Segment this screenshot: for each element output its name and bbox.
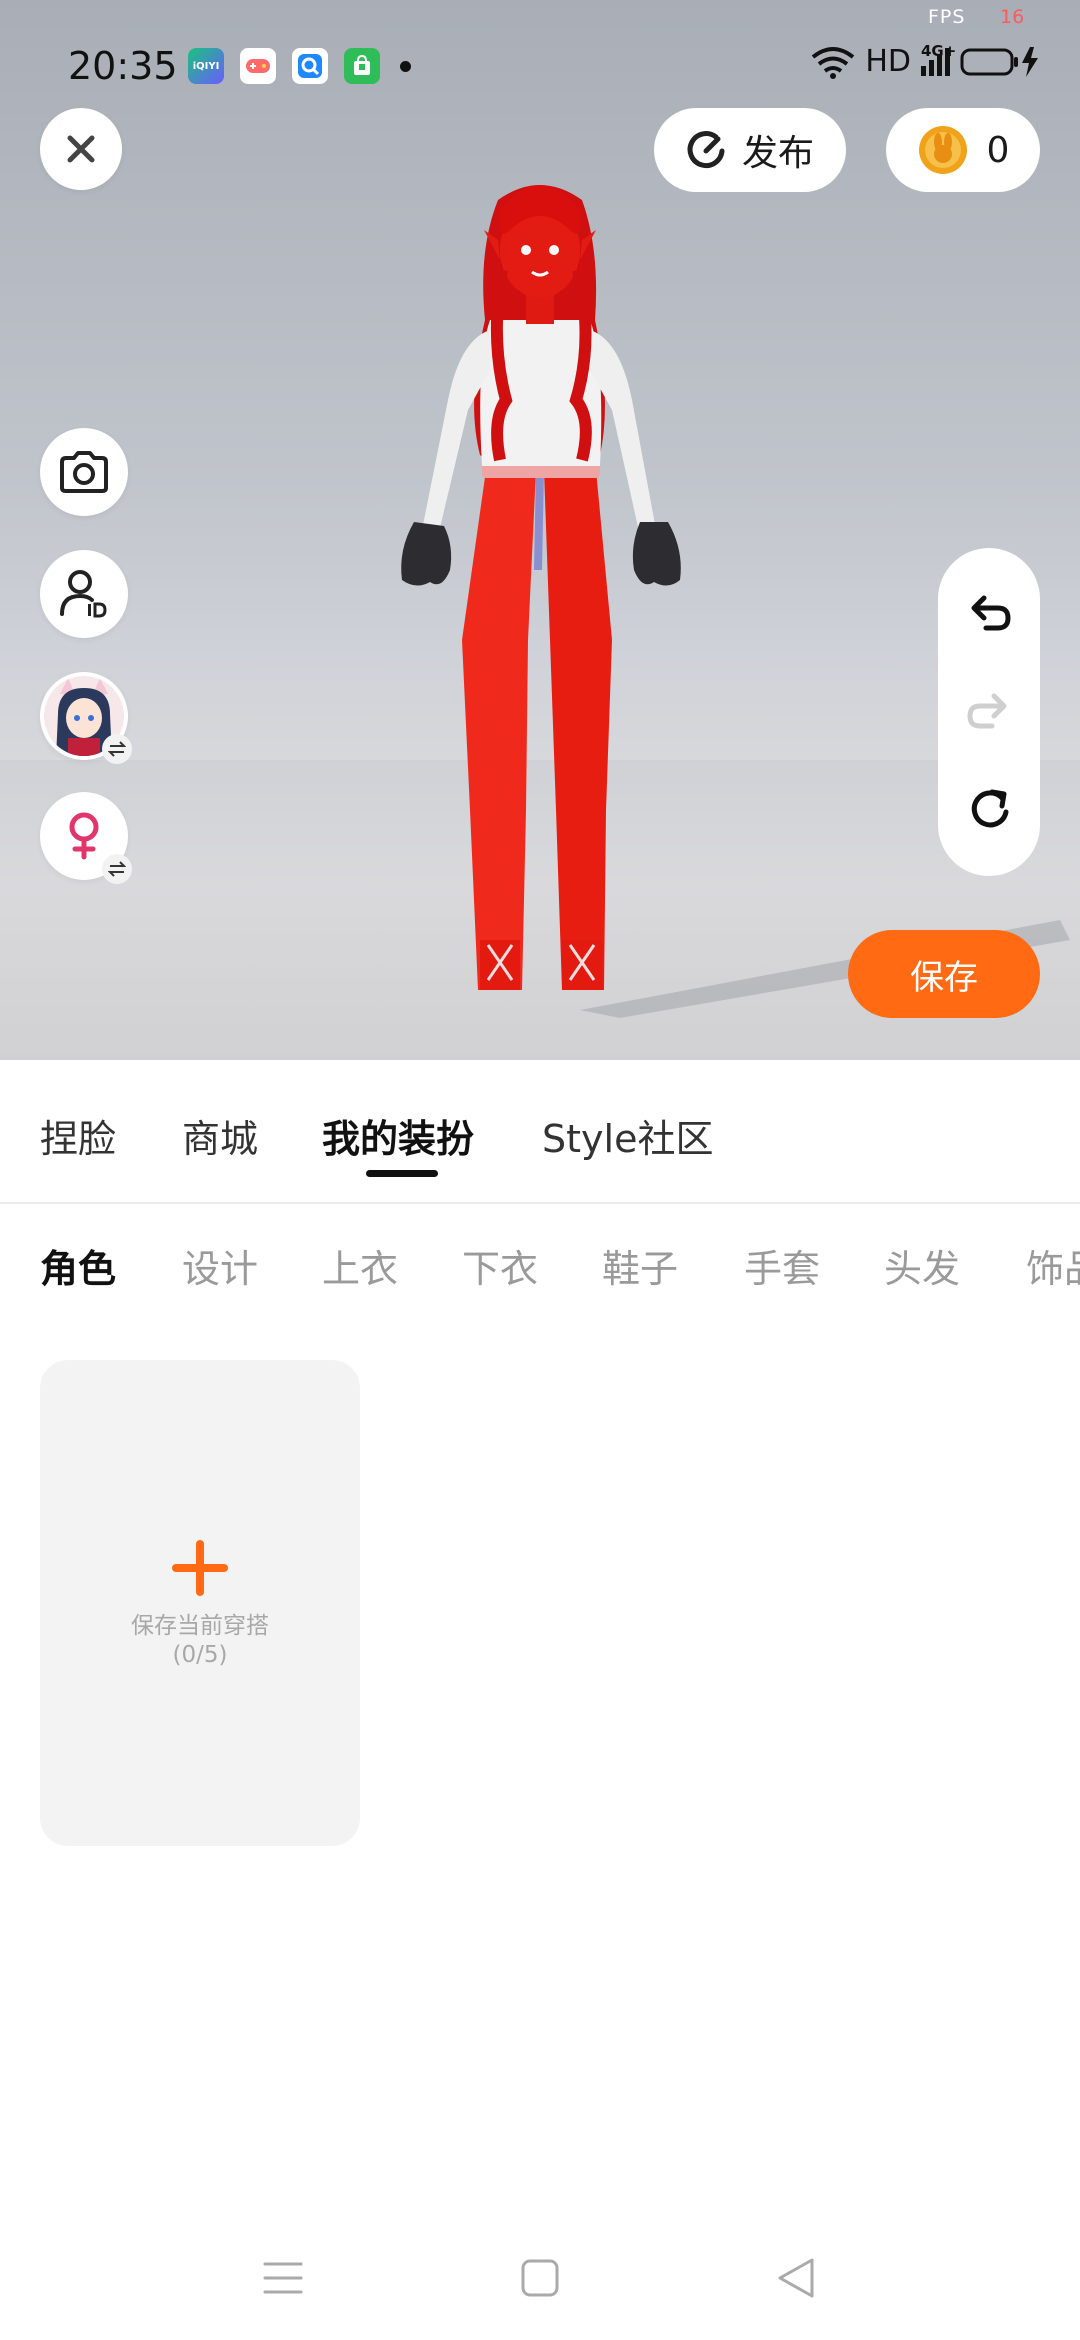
- close-button[interactable]: [40, 108, 122, 190]
- subtab-gloves[interactable]: 手套: [744, 1238, 820, 1293]
- system-navigation-bar: [0, 2220, 1080, 2340]
- wifi-icon: [812, 46, 855, 79]
- camera-button[interactable]: [40, 428, 128, 516]
- main-tabs: 捏脸 商城 我的装扮 Style社区: [0, 1060, 1080, 1204]
- hd-label: HD: [865, 44, 911, 79]
- tab-face[interactable]: 捏脸: [40, 1108, 116, 1163]
- coin-icon: [918, 126, 967, 174]
- game-icon: [240, 48, 276, 84]
- iqiyi-icon: iQIYI: [188, 48, 224, 84]
- redo-button[interactable]: [964, 688, 1014, 738]
- subtab-design[interactable]: 设计: [182, 1238, 258, 1293]
- tab-style-community[interactable]: Style社区: [542, 1108, 713, 1163]
- publish-icon: [687, 131, 725, 169]
- home-icon[interactable]: [520, 2258, 560, 2298]
- swap-icon: [102, 854, 132, 884]
- add-icon: [172, 1540, 228, 1596]
- signal-icon: 4G+: [921, 42, 956, 76]
- publish-label: 发布: [741, 133, 814, 174]
- swap-icon: [102, 734, 132, 764]
- gender-switch-button[interactable]: [40, 792, 132, 884]
- reset-button[interactable]: [964, 784, 1014, 834]
- publish-button[interactable]: 发布: [654, 108, 846, 192]
- redo-icon: [967, 693, 1007, 729]
- undo-button[interactable]: [964, 590, 1014, 640]
- subtab-hair[interactable]: 头发: [884, 1238, 960, 1293]
- menu-icon[interactable]: [262, 2260, 304, 2296]
- save-button[interactable]: 保存: [848, 930, 1040, 1018]
- tab-shop[interactable]: 商城: [182, 1108, 258, 1163]
- active-tab-indicator: [366, 1170, 438, 1177]
- network-type-label: 4G+: [921, 41, 957, 60]
- subtab-bottoms[interactable]: 下衣: [462, 1238, 538, 1293]
- subtab-accessories[interactable]: 饰品: [1026, 1238, 1080, 1293]
- save-outfit-label: 保存当前穿搭: [131, 1613, 269, 1639]
- battery-icon: [960, 46, 1038, 77]
- subtab-shoes[interactable]: 鞋子: [602, 1238, 678, 1293]
- save-outfit-card[interactable]: 保存当前穿搭 (0/5): [40, 1360, 360, 1846]
- close-icon: [67, 135, 95, 163]
- category-tabs: 角色 设计 上衣 下衣 鞋子 手套 头发 饰品: [0, 1202, 1080, 1322]
- user-id-icon: [60, 570, 107, 618]
- subtab-tops[interactable]: 上衣: [322, 1238, 398, 1293]
- save-label: 保存: [910, 957, 978, 998]
- tab-my-outfits[interactable]: 我的装扮: [322, 1108, 474, 1163]
- notification-dot-icon: [400, 61, 411, 72]
- fps-label: FPS: [928, 6, 966, 28]
- outfit-slot-count: (0/5): [172, 1642, 228, 1668]
- store-icon: [344, 48, 380, 84]
- subtab-character[interactable]: 角色: [40, 1238, 116, 1293]
- browser-icon: [292, 48, 328, 84]
- coin-count: 0: [986, 129, 1010, 171]
- user-id-button[interactable]: [40, 550, 128, 638]
- avatar-character[interactable]: [350, 170, 730, 1020]
- avatar-scene[interactable]: FPS 16 20:35 iQIYI HD 4G+ 发布 0 保存: [0, 0, 1080, 1060]
- reset-icon: [971, 789, 1009, 828]
- avatar-switch-button[interactable]: [40, 672, 132, 764]
- coin-balance[interactable]: 0: [886, 108, 1040, 192]
- back-icon[interactable]: [774, 2256, 818, 2300]
- camera-icon: [60, 451, 108, 493]
- edit-history-panel: [938, 548, 1040, 876]
- status-time: 20:35: [68, 44, 178, 88]
- fps-value: 16: [1000, 6, 1025, 28]
- female-icon: [69, 812, 99, 860]
- undo-icon: [971, 595, 1011, 631]
